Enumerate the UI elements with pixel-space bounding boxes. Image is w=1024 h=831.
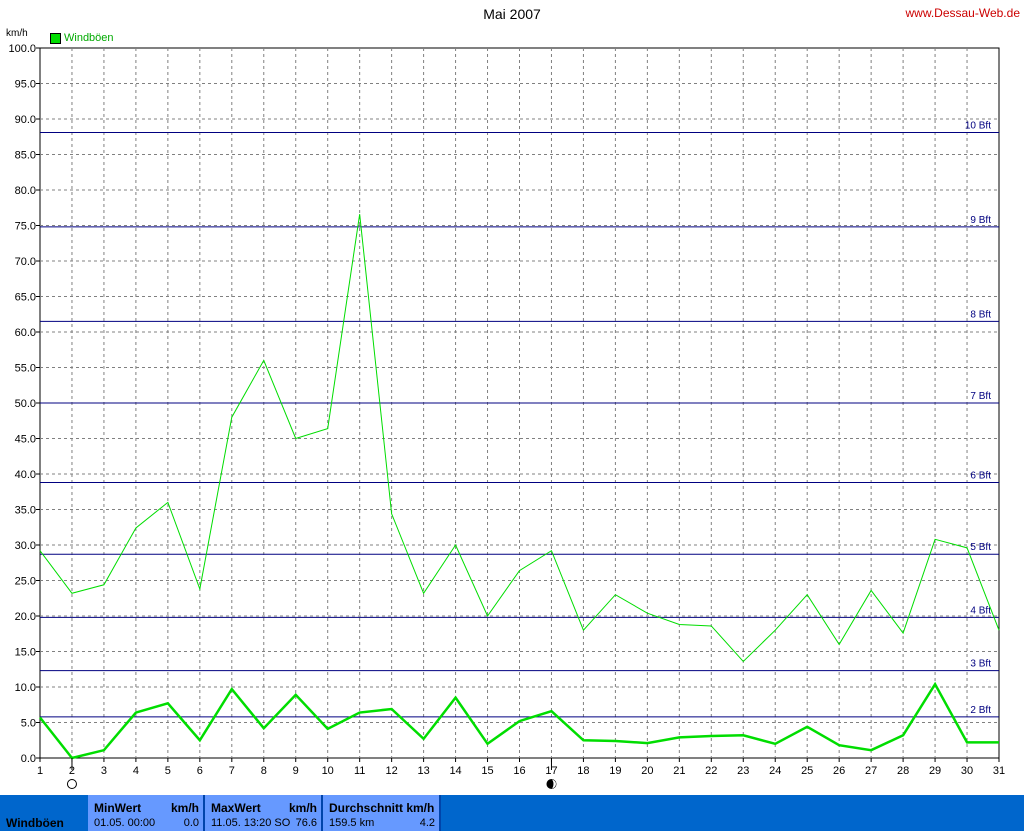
beaufort-label: 9 Bft: [970, 215, 991, 226]
x-tick-label: 9: [293, 765, 299, 777]
x-tick-label: 6: [197, 765, 203, 777]
x-tick-label: 13: [417, 765, 429, 777]
x-tick-label: 10: [322, 765, 334, 777]
avg-value-box: Durchschnitt km/h 159.5 km 4.2: [323, 795, 441, 831]
max-unit: km/h: [288, 801, 317, 815]
x-tick-label: 22: [705, 765, 717, 777]
y-tick-label: 30.0: [15, 540, 36, 552]
y-tick-label: 60.0: [15, 327, 36, 339]
y-tick-label: 25.0: [15, 576, 36, 588]
y-tick-label: 50.0: [15, 398, 36, 410]
y-tick-label: 40.0: [15, 469, 36, 481]
x-tick-label: 12: [386, 765, 398, 777]
x-tick-label: 7: [229, 765, 235, 777]
beaufort-label: 7 Bft: [970, 391, 991, 402]
max-value: 76.6: [295, 817, 317, 829]
min-value: 0.0: [183, 817, 199, 829]
y-tick-label: 65.0: [15, 292, 36, 304]
min-unit: km/h: [170, 801, 199, 815]
max-value-box: MaxWert km/h 11.05. 13:20 SO 76.6: [205, 795, 323, 831]
x-tick-label: 31: [993, 765, 1005, 777]
avg-distance: 159.5 km: [329, 817, 375, 829]
x-tick-label: 23: [737, 765, 749, 777]
x-tick-label: 30: [961, 765, 973, 777]
beaufort-label: 3 Bft: [970, 659, 991, 670]
avg-header: Durchschnitt km/h: [329, 801, 435, 815]
x-tick-label: 25: [801, 765, 813, 777]
max-time: 11.05. 13:20 SO: [211, 817, 291, 829]
x-tick-label: 3: [101, 765, 107, 777]
min-time: 01.05. 00:00: [94, 817, 156, 829]
y-tick-label: 0.0: [21, 753, 36, 765]
x-tick-label: 1: [37, 765, 43, 777]
x-tick-label: 5: [165, 765, 171, 777]
x-tick-label: 26: [833, 765, 845, 777]
x-tick-label: 15: [481, 765, 493, 777]
beaufort-label: 4 Bft: [970, 605, 991, 616]
y-tick-label: 10.0: [15, 682, 36, 694]
y-tick-label: 80.0: [15, 185, 36, 197]
min-header: MinWert: [94, 801, 142, 815]
wind-gust-chart: 1 2 3 4 5 6 7 8 9 10 11 12 13 14 15 16 17 18 19 20 21 22 23 24 2…: [8, 43, 1005, 789]
y-tick-label: 100.0: [8, 43, 36, 55]
y-tick-label: 75.0: [15, 221, 36, 233]
y-tick-label: 55.0: [15, 363, 36, 375]
beaufort-label: 6 Bft: [970, 471, 991, 482]
x-tick-label: 20: [641, 765, 653, 777]
y-tick-label: 15.0: [15, 647, 36, 659]
full-moon-icon: [66, 779, 77, 789]
avg-value: 4.2: [419, 817, 435, 829]
x-tick-label: 21: [673, 765, 685, 777]
x-tick-label: 8: [261, 765, 267, 777]
y-tick-label: 95.0: [15, 79, 36, 91]
x-tick-label: 28: [897, 765, 909, 777]
x-tick-label: 24: [769, 765, 781, 777]
x-tick-label: 16: [513, 765, 525, 777]
y-tick-label: 5.0: [21, 718, 36, 730]
min-value-box: MinWert km/h 01.05. 00:00 0.0: [88, 795, 205, 831]
y-tick-label: 90.0: [15, 114, 36, 126]
max-header: MaxWert: [211, 801, 261, 815]
y-tick-label: 20.0: [15, 611, 36, 623]
y-tick-label: 85.0: [15, 150, 36, 162]
beaufort-label: 2 Bft: [970, 705, 991, 716]
x-tick-label: 11: [354, 765, 365, 777]
y-tick-label: 35.0: [15, 505, 36, 517]
stats-row-label: Windböen: [0, 795, 86, 831]
x-tick-label: 27: [865, 765, 877, 777]
x-tick-label: 18: [577, 765, 589, 777]
x-tick-label: 29: [929, 765, 941, 777]
beaufort-label: 10 Bft: [965, 120, 991, 131]
beaufort-label: 8 Bft: [970, 309, 991, 320]
y-tick-label: 70.0: [15, 256, 36, 268]
x-tick-label: 19: [609, 765, 621, 777]
beaufort-label: 5 Bft: [970, 542, 991, 553]
x-tick-label: 4: [133, 765, 139, 777]
stats-bar: Windböen MinWert km/h 01.05. 00:00 0.0 M…: [0, 795, 1024, 831]
x-tick-label: 14: [449, 765, 461, 777]
y-tick-label: 45.0: [15, 434, 36, 446]
